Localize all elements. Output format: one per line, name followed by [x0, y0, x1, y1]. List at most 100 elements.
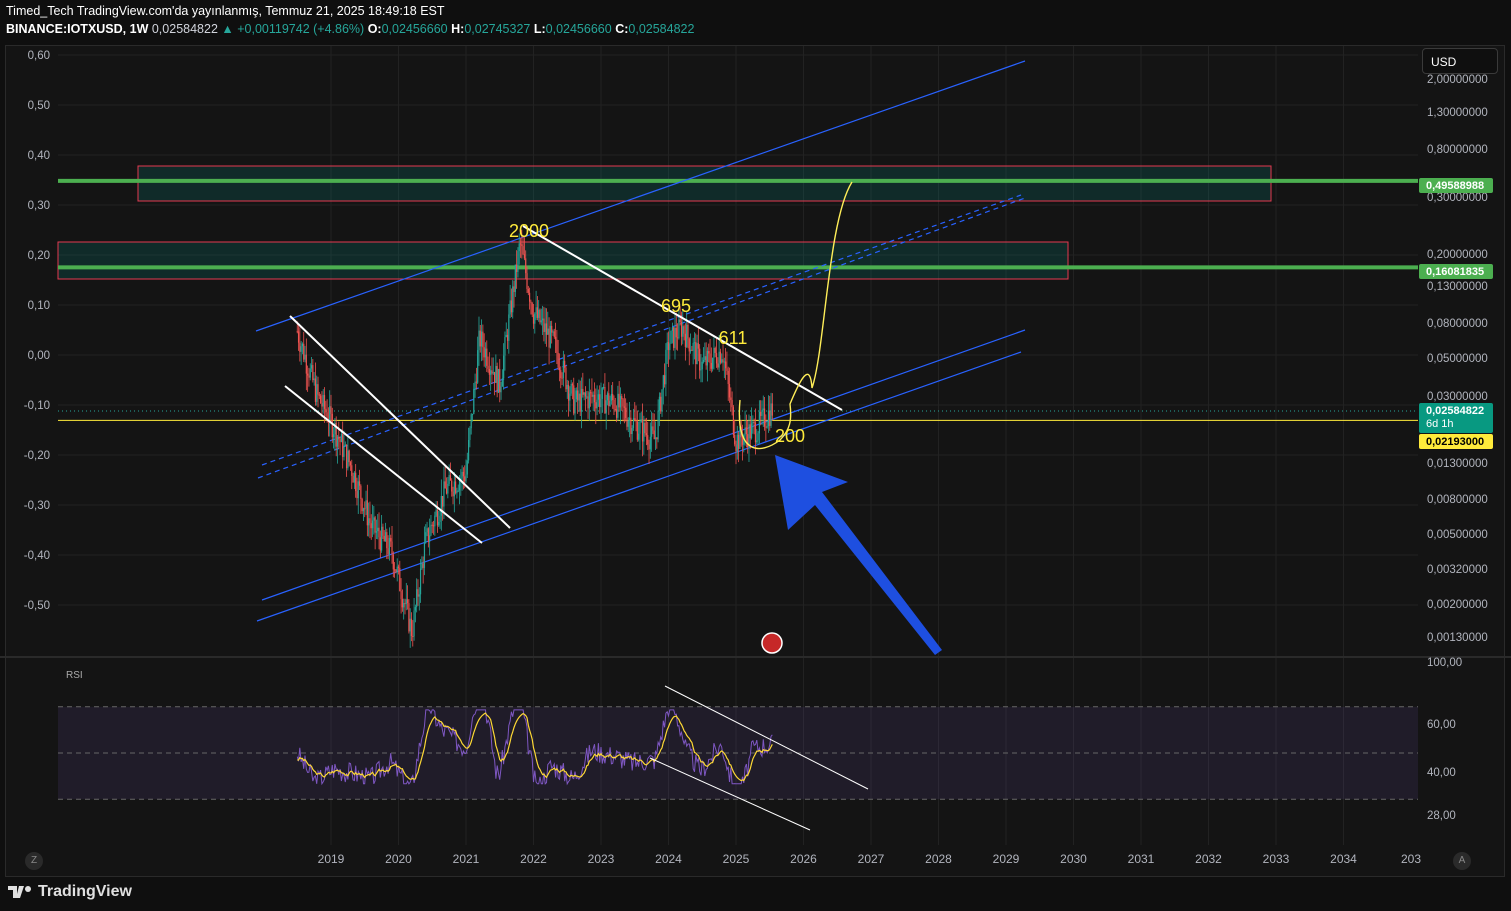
channel-lower-2 — [256, 351, 1022, 622]
candle-body — [627, 420, 629, 427]
candle-body — [664, 375, 666, 385]
candle-body — [599, 394, 601, 408]
left-axis-tick: 0,20 — [28, 250, 50, 262]
candle-body — [604, 386, 606, 414]
candle-body — [314, 378, 317, 402]
candle-body — [383, 535, 385, 542]
candle-body — [469, 428, 471, 440]
annotation-label: 2000 — [509, 221, 549, 241]
candle-body — [770, 403, 772, 426]
candle-body — [488, 368, 490, 375]
candle-body — [358, 481, 361, 486]
candle-body — [700, 369, 702, 371]
candle-body — [413, 610, 415, 637]
candle-body — [530, 301, 532, 304]
candle-body — [362, 508, 365, 512]
candle-body — [496, 366, 498, 393]
candle-body — [540, 320, 542, 323]
price-labels: 0,49588988 0,16081835 0,025848226d 1h 0,021… — [1419, 178, 1493, 449]
right-axis-tick: 0,30000000 — [1427, 192, 1488, 204]
candle-body — [674, 327, 676, 348]
candle-body — [343, 445, 345, 457]
right-axis-tick: 0,08000000 — [1427, 318, 1488, 330]
candle-body — [378, 527, 380, 538]
right-axis-tick: 0,13000000 — [1427, 281, 1488, 293]
candle-body — [609, 400, 611, 407]
candle-body — [340, 434, 342, 442]
candle-body — [479, 330, 481, 347]
candle-body — [722, 359, 724, 363]
candle-body — [417, 589, 419, 597]
candle-body — [666, 342, 668, 350]
candle-body — [401, 599, 403, 608]
brand-name: TradingView — [38, 883, 132, 900]
candle-body — [364, 508, 366, 510]
candle-body — [723, 361, 725, 363]
candle-body — [304, 354, 306, 360]
candle-body — [706, 350, 709, 366]
candle-body — [600, 398, 602, 408]
candle-body — [447, 483, 449, 494]
candle-body — [405, 599, 407, 605]
candle-body — [577, 390, 579, 401]
right-axis-tick: 0,80000000 — [1427, 144, 1488, 156]
candle-body — [379, 537, 381, 551]
candle-body — [754, 422, 757, 443]
candle-body — [484, 348, 487, 358]
candle-body — [622, 399, 624, 407]
candle-body — [440, 495, 442, 516]
x-axis-tick: 2034 — [1330, 852, 1357, 866]
candle-body — [561, 378, 563, 380]
candle-body — [429, 535, 431, 542]
candle-body — [506, 334, 509, 341]
candle-body — [587, 396, 589, 409]
candle-body — [461, 471, 463, 479]
zoom-reset-button[interactable]: Z — [25, 852, 43, 870]
candle-body — [641, 419, 644, 442]
candle-body — [591, 392, 593, 397]
channel-mid-dash-1 — [257, 197, 1026, 479]
candle-body — [551, 325, 553, 333]
candle-body — [480, 331, 483, 347]
candle-body — [369, 518, 371, 524]
price-chart[interactable]: 2000 695 611 200 RSI 0,60 0,50 0,40 0,30 0,20 0,… — [0, 0, 1511, 911]
candle-body — [661, 389, 663, 412]
x-axis-tick: 2019 — [318, 852, 345, 866]
candle-body — [673, 327, 675, 348]
candle-body — [490, 370, 492, 375]
candle-body — [307, 373, 309, 376]
candle-body — [767, 410, 770, 427]
candle-body — [578, 393, 580, 401]
candle-body — [320, 395, 322, 404]
candle-body — [648, 444, 650, 450]
candle-body — [621, 396, 623, 400]
candle-body — [391, 541, 393, 555]
candle-body — [505, 334, 507, 338]
candle-body — [741, 437, 744, 445]
upper-level-tag: 0,49588988 — [1426, 180, 1484, 192]
candle-body — [471, 413, 474, 415]
left-axis-tick: 0,10 — [28, 300, 50, 312]
x-axis-tick: 2024 — [655, 852, 682, 866]
candle-body — [601, 387, 603, 399]
candle-body — [618, 393, 620, 408]
candle-body — [678, 319, 680, 339]
candle-body — [361, 499, 363, 512]
candle-body — [416, 589, 418, 608]
candle-body — [697, 343, 699, 349]
candle-body — [696, 343, 698, 365]
candle-body — [394, 569, 396, 571]
candle-body — [449, 475, 452, 481]
candle-body — [360, 485, 362, 500]
candle-body — [299, 342, 301, 352]
x-axis-tick: 2028 — [925, 852, 952, 866]
candle-body — [682, 326, 684, 337]
candle-body — [438, 521, 440, 526]
auto-scale-button[interactable]: A — [1453, 852, 1471, 870]
candle-body — [491, 370, 493, 374]
candle-body — [329, 406, 331, 423]
candle-body — [588, 392, 590, 409]
candle-body — [726, 368, 728, 371]
candle-body — [434, 515, 436, 527]
currency-button[interactable]: USD — [1422, 48, 1498, 74]
